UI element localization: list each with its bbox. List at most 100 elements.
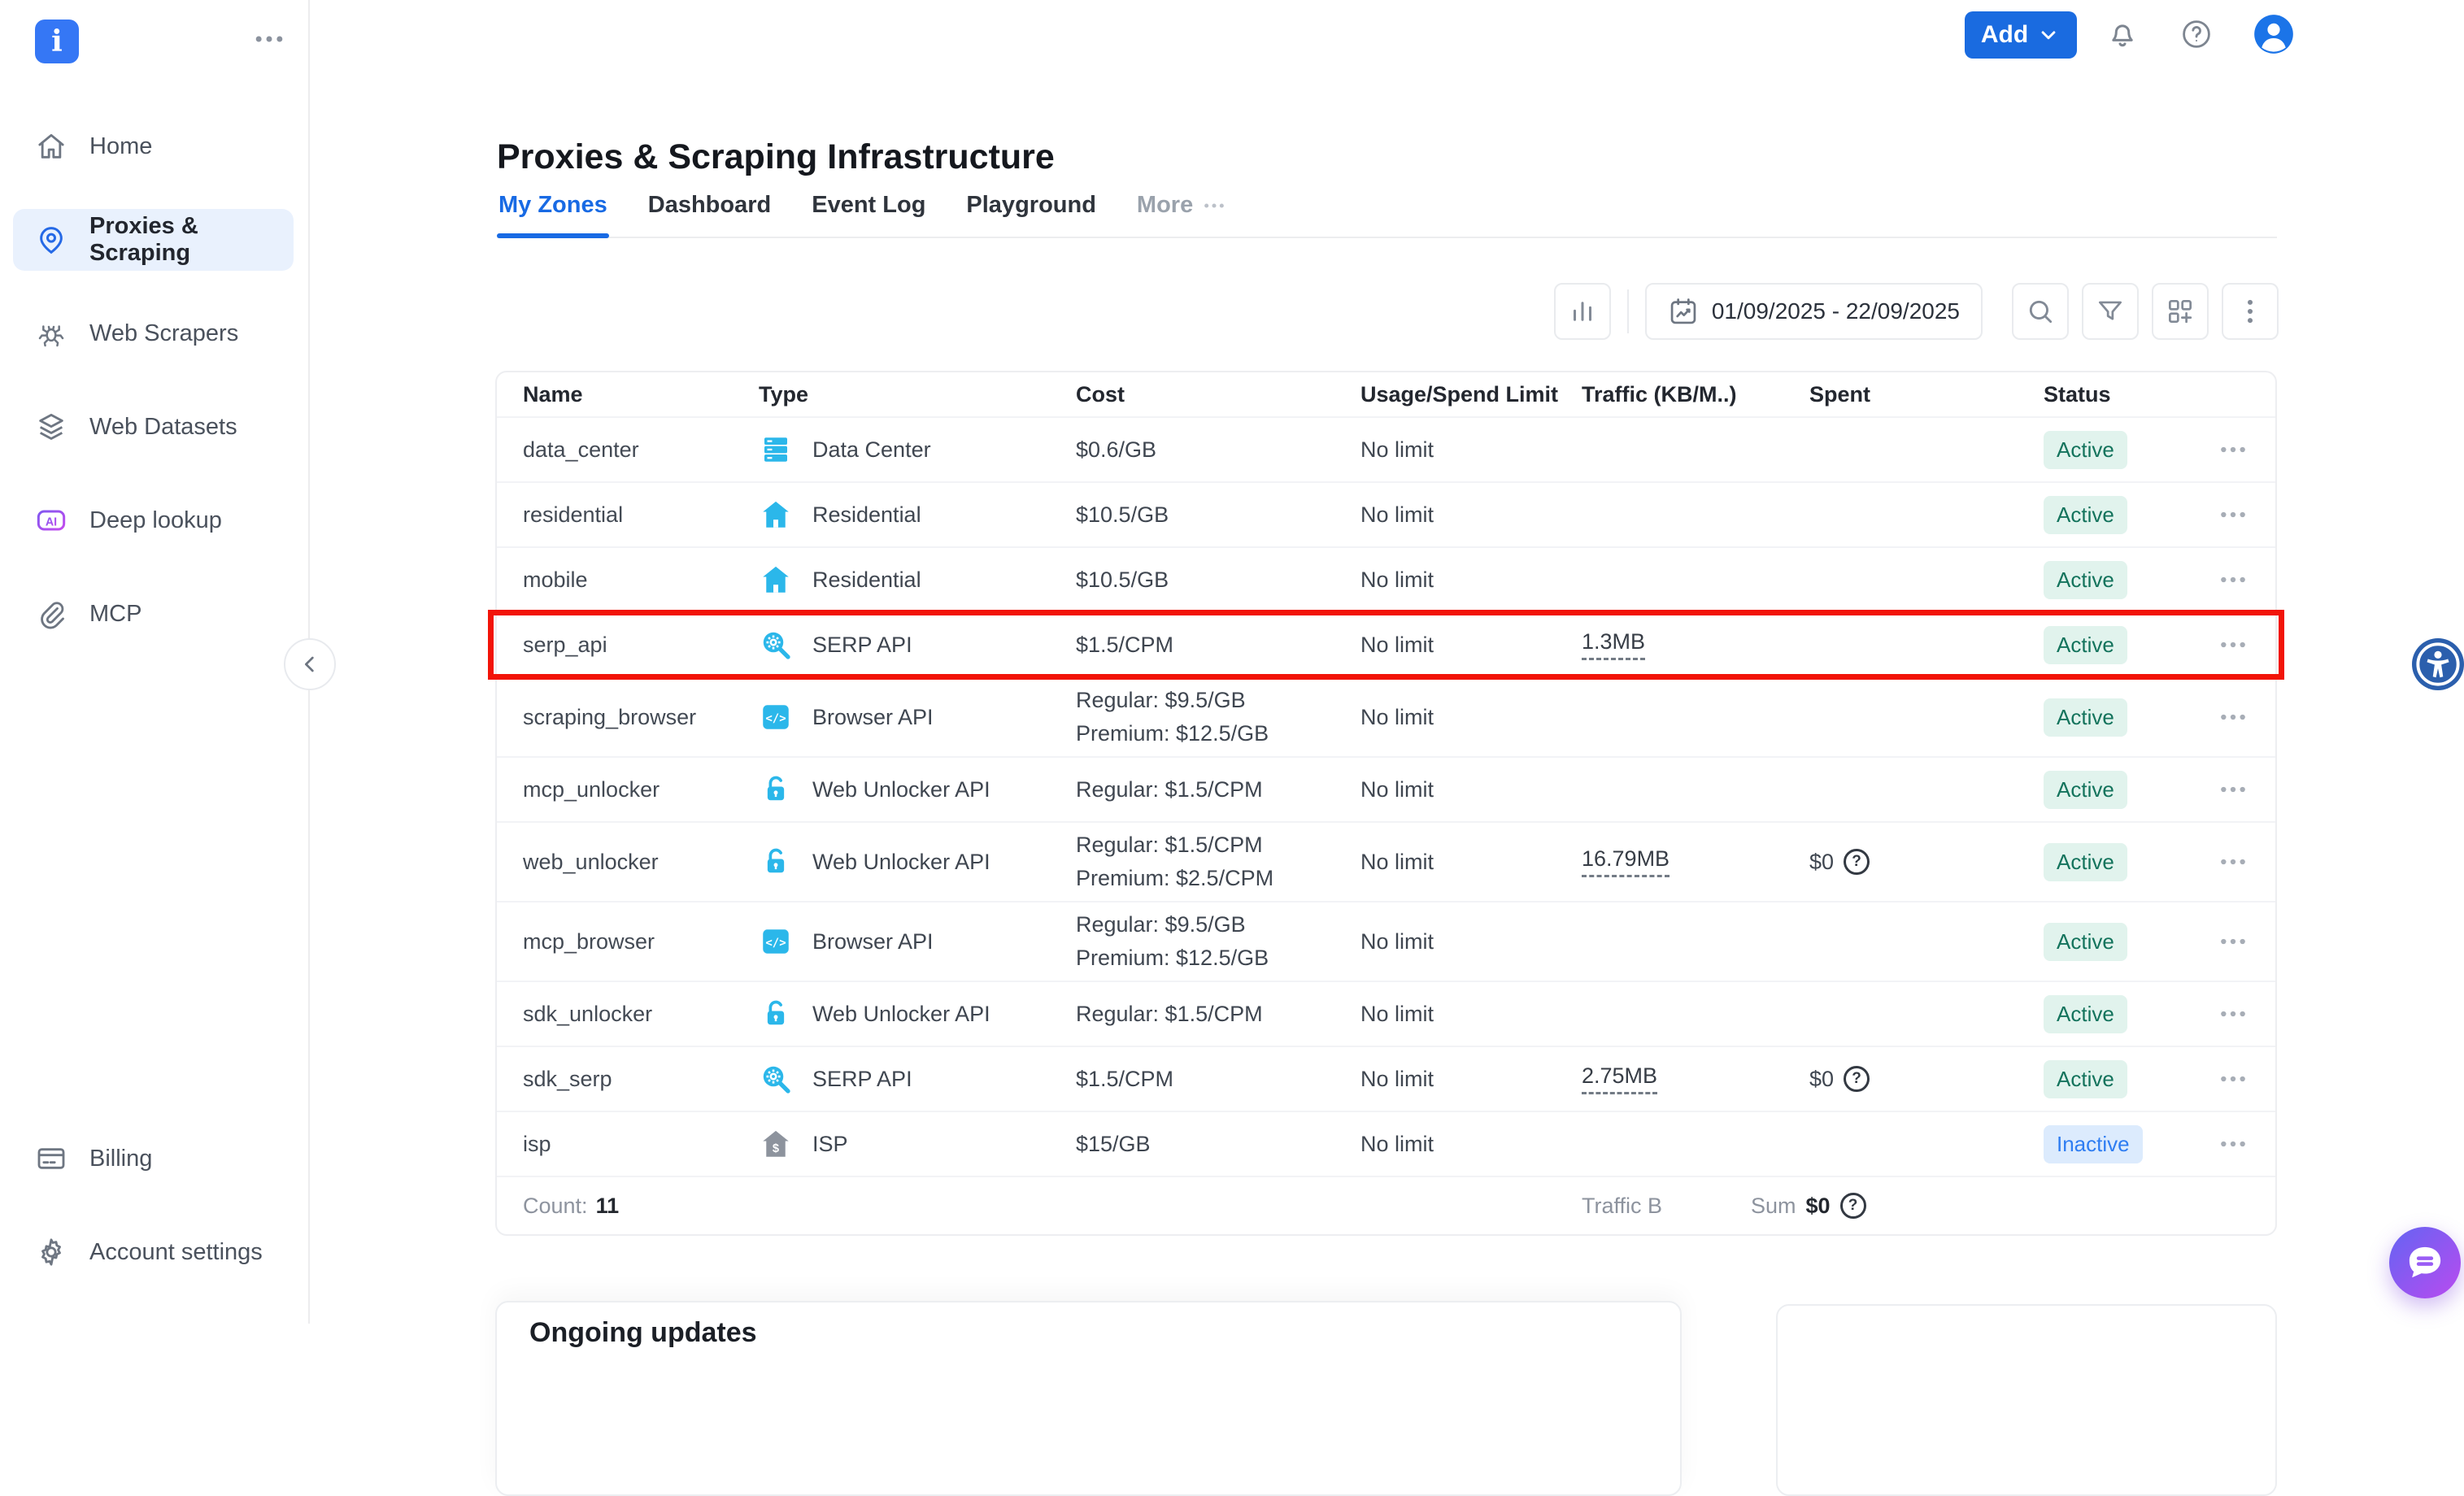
zone-traffic-value[interactable]: 1.3MB bbox=[1582, 629, 1645, 660]
zone-actions-cell bbox=[2149, 773, 2249, 806]
toolbar-divider bbox=[1627, 289, 1629, 333]
zone-usage-limit: No limit bbox=[1360, 705, 1572, 730]
column-header-spent: Spent bbox=[1751, 382, 1954, 407]
zone-status-cell: Active bbox=[1954, 431, 2149, 469]
zone-cost: Regular: $1.5/CPMPremium: $2.5/CPM bbox=[1076, 833, 1360, 891]
app-logo[interactable]: i bbox=[35, 20, 79, 63]
table-row-isp[interactable]: isp $ ISP $15/GB No limit Inactive bbox=[497, 1111, 2275, 1176]
zone-type-cell: </> Browser API bbox=[759, 924, 1076, 959]
row-actions-button[interactable] bbox=[2217, 1063, 2249, 1095]
zone-cost: $1.5/CPM bbox=[1076, 1067, 1360, 1092]
zone-traffic-value[interactable]: 2.75MB bbox=[1582, 1063, 1657, 1094]
filter-button[interactable] bbox=[2082, 283, 2139, 340]
row-actions-button[interactable] bbox=[2217, 498, 2249, 531]
zone-type-icon bbox=[759, 433, 793, 467]
filter-icon bbox=[2095, 296, 2126, 327]
zone-status-cell: Active bbox=[1954, 496, 2149, 534]
spent-help-icon[interactable]: ? bbox=[1844, 849, 1870, 875]
tab-more[interactable]: More bbox=[1135, 192, 1229, 237]
columns-button[interactable] bbox=[2152, 283, 2209, 340]
sidebar-item-billing[interactable]: Billing bbox=[13, 1128, 294, 1189]
table-row-mcp_browser[interactable]: mcp_browser </> Browser API Regular: $9.… bbox=[497, 901, 2275, 981]
sidebar-item-home[interactable]: Home bbox=[13, 115, 294, 177]
tab-dashboard[interactable]: Dashboard bbox=[646, 192, 773, 237]
table-row-residential[interactable]: residential Residential $10.5/GB No limi… bbox=[497, 481, 2275, 546]
sidebar-item-web-datasets[interactable]: Web Datasets bbox=[13, 396, 294, 458]
sidebar-item-deep-lookup[interactable]: AIDeep lookup bbox=[13, 489, 294, 551]
accessibility-widget-button[interactable] bbox=[2412, 638, 2464, 690]
zone-usage-limit: No limit bbox=[1360, 777, 1572, 802]
column-header-name: Name bbox=[523, 382, 759, 407]
sum-help-icon[interactable]: ? bbox=[1840, 1193, 1866, 1219]
chart-view-button[interactable] bbox=[1554, 283, 1611, 340]
chat-bubble-icon bbox=[2402, 1240, 2448, 1285]
zone-type-cell: Web Unlocker API bbox=[759, 845, 1076, 879]
avatar[interactable] bbox=[2253, 13, 2295, 55]
add-button[interactable]: Add bbox=[1965, 11, 2077, 59]
home-icon bbox=[35, 130, 67, 163]
sidebar-collapse-button[interactable] bbox=[284, 638, 336, 690]
table-row-data_center[interactable]: data_center Data Center $0.6/GB No limit… bbox=[497, 416, 2275, 481]
sidebar-item-web-scrapers[interactable]: Web Scrapers bbox=[13, 302, 294, 364]
row-actions-button[interactable] bbox=[2217, 433, 2249, 466]
table-row-sdk_serp[interactable]: sdk_serp SERP API $1.5/CPM No limit 2.75… bbox=[497, 1046, 2275, 1111]
traffic-summary-label: Traffic B bbox=[1582, 1194, 1662, 1219]
zone-name: sdk_unlocker bbox=[523, 1002, 759, 1027]
zone-type-cell: Residential bbox=[759, 498, 1076, 532]
row-actions-button[interactable] bbox=[2217, 846, 2249, 878]
row-actions-button[interactable] bbox=[2217, 563, 2249, 596]
table-row-sdk_unlocker[interactable]: sdk_unlocker Web Unlocker API Regular: $… bbox=[497, 981, 2275, 1046]
sidebar-menu-icon[interactable] bbox=[251, 21, 287, 57]
row-actions-button[interactable] bbox=[2217, 773, 2249, 806]
layout-columns-icon bbox=[2165, 296, 2196, 327]
zone-actions-cell bbox=[2149, 701, 2249, 733]
more-options-button[interactable] bbox=[2222, 283, 2279, 340]
zone-cost-line: $1.5/CPM bbox=[1076, 633, 1173, 658]
zone-cost: Regular: $1.5/CPM bbox=[1076, 1002, 1360, 1027]
help-icon[interactable] bbox=[2179, 17, 2214, 51]
table-row-mcp_unlocker[interactable]: mcp_unlocker Web Unlocker API Regular: $… bbox=[497, 756, 2275, 821]
date-range-button[interactable]: 01/09/2025 - 22/09/2025 bbox=[1645, 283, 1983, 340]
spent-help-icon[interactable]: ? bbox=[1844, 1066, 1870, 1092]
sidebar-item-account-settings[interactable]: Account settings bbox=[13, 1221, 294, 1283]
status-badge: Active bbox=[2044, 561, 2127, 599]
row-count: Count: 11 bbox=[523, 1194, 759, 1219]
row-actions-button[interactable] bbox=[2217, 701, 2249, 733]
zone-type-icon bbox=[759, 628, 793, 662]
table-row-web_unlocker[interactable]: web_unlocker Web Unlocker API Regular: $… bbox=[497, 821, 2275, 901]
tab-playground[interactable]: Playground bbox=[964, 192, 1098, 237]
zone-type-icon bbox=[759, 1062, 793, 1096]
zone-usage-limit: No limit bbox=[1360, 633, 1572, 658]
status-badge: Active bbox=[2044, 698, 2127, 737]
row-actions-button[interactable] bbox=[2217, 1128, 2249, 1160]
zone-type-label: SERP API bbox=[812, 633, 912, 658]
row-actions-button[interactable] bbox=[2217, 925, 2249, 958]
status-badge: Active bbox=[2044, 626, 2127, 664]
traffic-summary: Traffic B bbox=[1572, 1194, 1751, 1219]
search-button[interactable] bbox=[2012, 283, 2069, 340]
zone-status-cell: Active bbox=[1954, 561, 2149, 599]
chevron-left-icon bbox=[297, 651, 323, 677]
table-row-scraping_browser[interactable]: scraping_browser </> Browser API Regular… bbox=[497, 676, 2275, 756]
svg-text:AI: AI bbox=[46, 515, 57, 528]
sidebar-item-mcp[interactable]: MCP bbox=[13, 583, 294, 645]
status-badge: Active bbox=[2044, 496, 2127, 534]
notifications-bell-icon[interactable] bbox=[2105, 17, 2140, 51]
row-actions-button[interactable] bbox=[2217, 628, 2249, 661]
sidebar-item-proxies-scraping[interactable]: Proxies & Scraping bbox=[13, 209, 294, 271]
tab-event-log[interactable]: Event Log bbox=[810, 192, 927, 237]
chat-widget-button[interactable] bbox=[2389, 1227, 2461, 1298]
zone-traffic-value[interactable]: 16.79MB bbox=[1582, 846, 1670, 877]
table-row-mobile[interactable]: mobile Residential $10.5/GB No limit Act… bbox=[497, 546, 2275, 611]
zone-cost-line: $10.5/GB bbox=[1076, 502, 1169, 528]
kebab-menu-icon bbox=[2235, 296, 2266, 327]
tab-my-zones[interactable]: My Zones bbox=[497, 192, 609, 237]
zone-traffic-cell: 16.79MB bbox=[1572, 846, 1751, 877]
ongoing-updates-card: Ongoing updates bbox=[495, 1301, 1682, 1496]
zone-name: sdk_serp bbox=[523, 1067, 759, 1092]
svg-text:</>: </> bbox=[765, 937, 786, 950]
zone-cost: Regular: $9.5/GBPremium: $12.5/GB bbox=[1076, 688, 1360, 746]
row-actions-button[interactable] bbox=[2217, 998, 2249, 1030]
table-row-serp_api[interactable]: serp_api SERP API $1.5/CPM No limit 1.3M… bbox=[497, 611, 2275, 676]
sidebar-footer-nav: Billing Account settings bbox=[0, 1128, 308, 1315]
